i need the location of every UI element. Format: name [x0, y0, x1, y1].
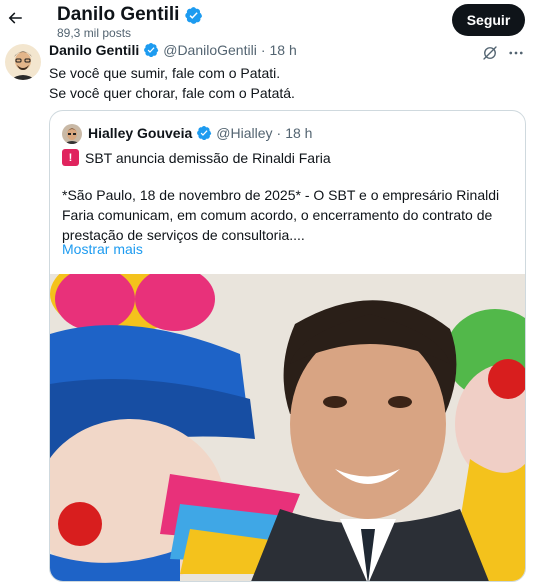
quoted-avatar[interactable]: [62, 124, 82, 144]
separator-dot: ·: [276, 125, 282, 141]
post-header: Danilo Gentili @DaniloGentili · 18 h: [49, 42, 297, 58]
photo-illustration: [50, 274, 525, 581]
quoted-author-handle[interactable]: @Hialley: [216, 125, 272, 141]
quoted-header: Hialley Gouveia @Hialley · 18 h: [88, 125, 312, 141]
show-more-link[interactable]: Mostrar mais: [62, 241, 143, 257]
header-name: Danilo Gentili: [57, 4, 203, 26]
quoted-title: ! SBT anuncia demissão de Rinaldi Faria: [62, 149, 331, 166]
separator-dot: ·: [260, 42, 266, 58]
quoted-body-line: *São Paulo, 18 de novembro de 2025* - O …: [62, 187, 500, 203]
back-arrow-icon: [8, 12, 22, 24]
post-text-line: Se você quer chorar, fale com o Patatá.: [49, 85, 295, 101]
header-display-name: Danilo Gentili: [57, 4, 180, 25]
siren-emoji-icon: !: [62, 149, 79, 166]
quoted-media-image[interactable]: [50, 274, 525, 581]
verified-badge-icon: [185, 6, 203, 24]
quoted-post[interactable]: Hialley Gouveia @Hialley · 18 h ! SBT an…: [49, 110, 526, 582]
post-author-handle[interactable]: @DaniloGentili: [163, 42, 257, 58]
avatar[interactable]: [5, 44, 41, 80]
grok-icon[interactable]: [481, 44, 499, 62]
quoted-avatar-image: [62, 124, 82, 144]
more-glyph: [509, 51, 523, 55]
post-time[interactable]: 18 h: [270, 42, 297, 58]
quoted-time[interactable]: 18 h: [285, 125, 312, 141]
follow-button[interactable]: Seguir: [452, 4, 525, 36]
back-button[interactable]: [4, 7, 26, 29]
grok-glyph: [483, 46, 497, 60]
more-icon[interactable]: [507, 44, 525, 62]
post-text-line: Se você que sumir, fale com o Patati.: [49, 65, 281, 81]
quoted-author-name[interactable]: Hialley Gouveia: [88, 125, 192, 141]
avatar-image: [5, 44, 41, 80]
post-text: Se você que sumir, fale com o Patati. Se…: [49, 63, 519, 103]
header-post-count: 89,3 mil posts: [57, 26, 132, 40]
quoted-body-line: Faria comunicam, em comum acordo, o ence…: [62, 207, 493, 223]
quoted-body: *São Paulo, 18 de novembro de 2025* - O …: [62, 185, 517, 245]
verified-badge-icon: [197, 125, 212, 141]
post-author-name[interactable]: Danilo Gentili: [49, 42, 139, 58]
verified-badge-icon: [144, 42, 159, 58]
quoted-title-text: SBT anuncia demissão de Rinaldi Faria: [85, 149, 331, 166]
